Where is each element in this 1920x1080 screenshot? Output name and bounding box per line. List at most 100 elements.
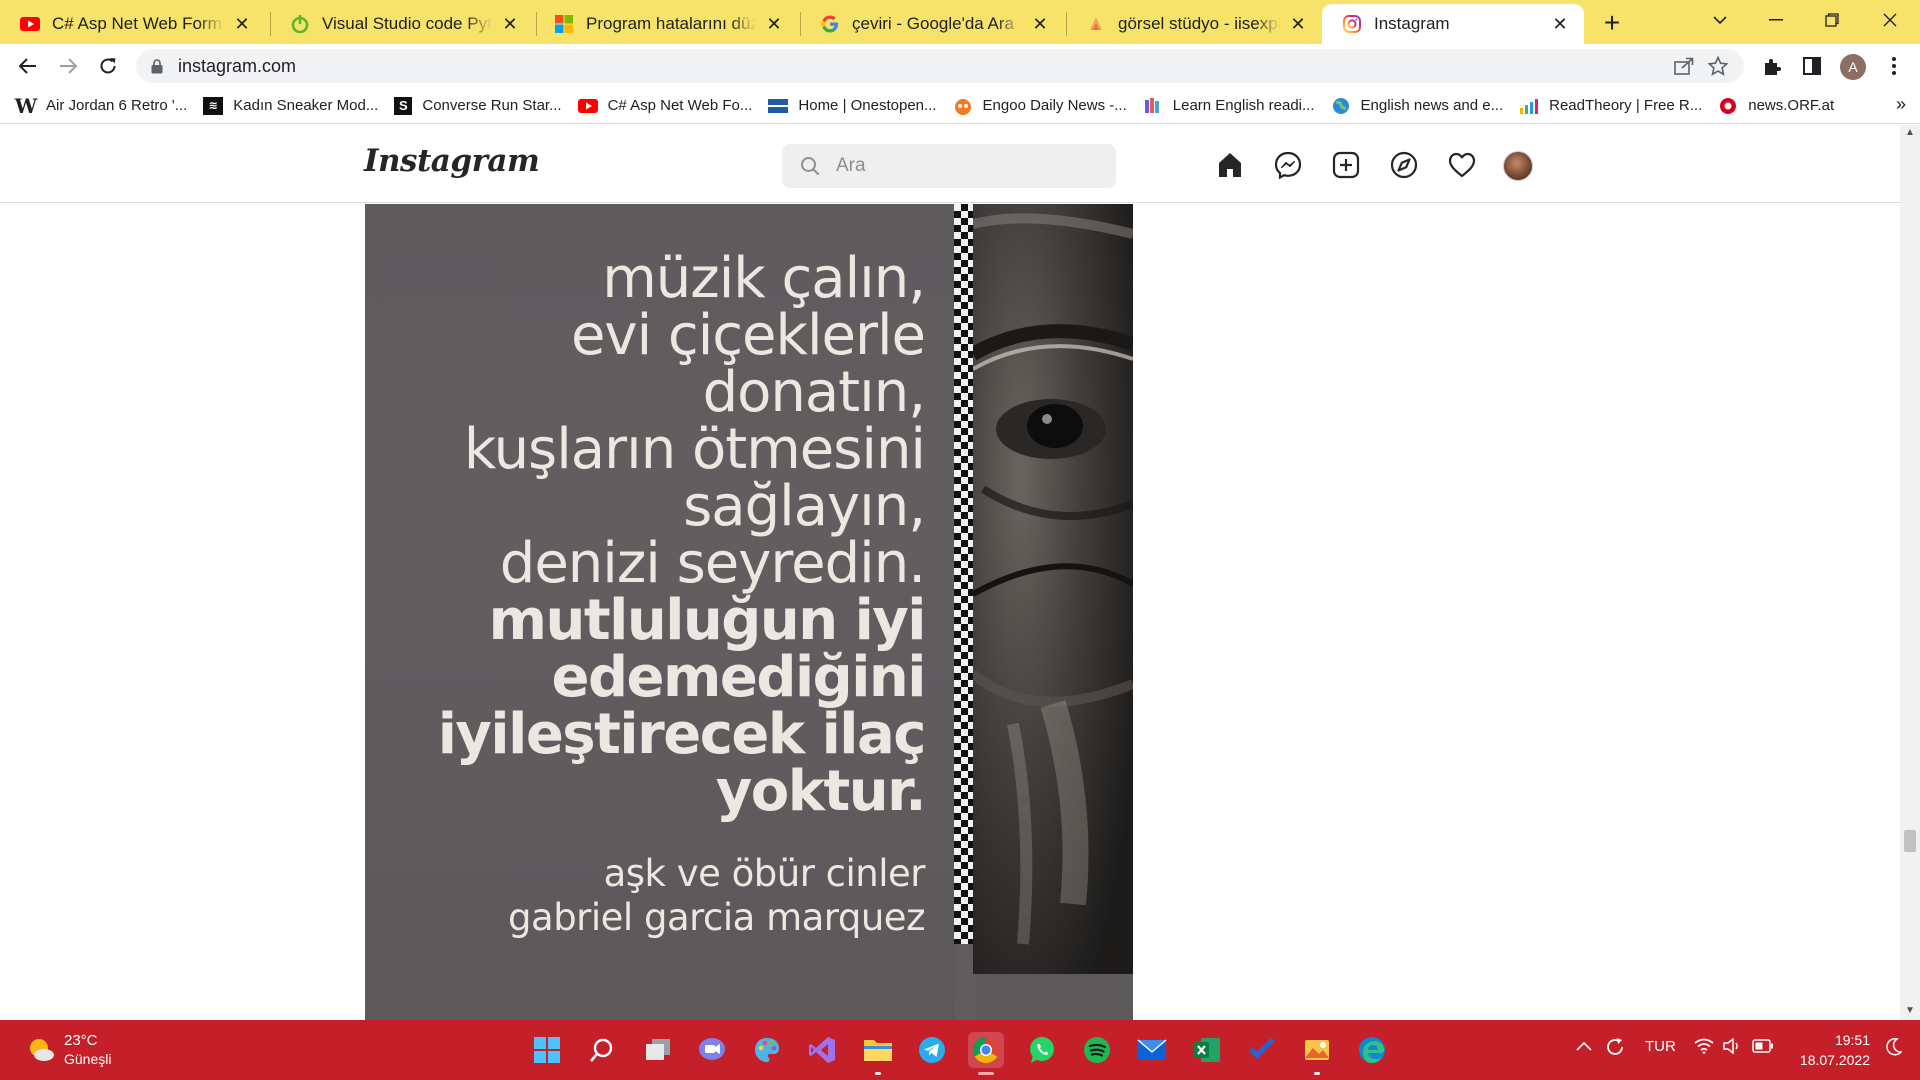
task-view-icon[interactable]	[640, 1032, 676, 1068]
close-tab-icon[interactable]: ✕	[1286, 12, 1310, 36]
menu-kebab-icon[interactable]	[1878, 50, 1910, 82]
bookmark-label: C# Asp Net Web Fo...	[607, 97, 753, 114]
battery-icon[interactable]	[1752, 1039, 1774, 1057]
whatsapp-icon[interactable]	[1024, 1032, 1060, 1068]
spotify-icon[interactable]	[1079, 1032, 1115, 1068]
page-scrollbar[interactable]: ▲ ▼	[1900, 125, 1920, 1020]
weather-widget[interactable]: 23°C Güneşli	[26, 1032, 111, 1068]
bookmark-english-news[interactable]: English news and e...	[1331, 92, 1503, 120]
close-window-icon[interactable]	[1862, 0, 1918, 40]
tab-program-hatalari[interactable]: Program hatalarını düzeltm ✕	[534, 4, 798, 44]
sync-icon[interactable]	[1604, 1036, 1626, 1062]
tab-ceviri-google[interactable]: çeviri - Google'da Ara ✕	[800, 4, 1064, 44]
back-icon[interactable]	[12, 50, 44, 82]
restore-icon[interactable]	[1804, 0, 1860, 40]
search-box[interactable]	[782, 144, 1116, 188]
quote-line: müzik çalın,	[602, 246, 926, 311]
new-tab-button[interactable]: +	[1596, 8, 1628, 40]
google-icon	[820, 14, 840, 34]
edge-icon[interactable]	[1354, 1032, 1390, 1068]
post-image[interactable]: müzik çalın, evi çiçeklerle donatın, kuş…	[365, 204, 1133, 1020]
visual-studio-icon[interactable]	[804, 1032, 840, 1068]
bookmark-kadin-sneaker[interactable]: ≋ Kadın Sneaker Mod...	[203, 92, 378, 120]
photos-icon[interactable]	[1299, 1032, 1335, 1068]
page-icon	[1086, 14, 1106, 34]
bookmark-star-icon[interactable]	[1706, 54, 1730, 78]
instagram-logo[interactable]: Instagram	[364, 143, 540, 179]
mail-icon[interactable]	[1134, 1032, 1170, 1068]
search-input[interactable]	[836, 155, 1096, 177]
reload-icon[interactable]	[92, 50, 124, 82]
scroll-down-icon[interactable]: ▼	[1904, 1005, 1916, 1016]
tab-strip: C# Asp Net Web Form Verit ✕ Visual Studi…	[0, 0, 1920, 44]
bookmark-csharp-asp[interactable]: C# Asp Net Web Fo...	[577, 92, 753, 120]
side-panel-icon[interactable]	[1796, 50, 1828, 82]
address-bar[interactable]: instagram.com	[136, 49, 1744, 83]
onestop-icon	[768, 96, 789, 116]
explore-icon[interactable]	[1388, 149, 1420, 181]
show-hidden-icons[interactable]	[1576, 1038, 1592, 1055]
tab-vscode-python[interactable]: Visual Studio code Python ✕	[270, 4, 534, 44]
weather-sun-icon	[30, 1039, 54, 1061]
volume-icon[interactable]	[1722, 1037, 1742, 1058]
w-logo-icon: W	[14, 93, 38, 118]
notification-moon-icon[interactable]	[1886, 1037, 1903, 1060]
bookmark-label: Air Jordan 6 Retro '...	[46, 97, 188, 114]
tab-title: görsel stüdyo - iisexpress.e	[1118, 14, 1280, 33]
bookmark-orf[interactable]: news.ORF.at	[1718, 92, 1834, 120]
excel-icon[interactable]	[1189, 1032, 1225, 1068]
lock-icon[interactable]	[150, 58, 164, 74]
tab-instagram[interactable]: Instagram ✕	[1322, 4, 1584, 44]
portrait-face-illustration	[969, 204, 1133, 974]
profile-avatar[interactable]: A	[1840, 54, 1866, 80]
quote-line: kuşların ötmesini	[463, 417, 926, 482]
home-icon[interactable]	[1214, 149, 1246, 181]
minimize-icon[interactable]	[1748, 0, 1804, 40]
bookmark-onestop[interactable]: Home | Onestopen...	[768, 92, 937, 120]
chrome-icon[interactable]	[968, 1032, 1004, 1068]
close-tab-icon[interactable]: ✕	[498, 12, 522, 36]
portrait-photo	[969, 204, 1133, 974]
quote-line-bold: iyileştirecek ilaç	[437, 702, 927, 767]
profile-avatar[interactable]	[1503, 151, 1533, 181]
search-icon[interactable]	[584, 1032, 620, 1068]
bookmark-converse[interactable]: S Converse Run Star...	[394, 92, 562, 120]
bookmarks-overflow-button[interactable]: »	[1896, 94, 1906, 115]
instagram-header: Instagram	[0, 125, 1900, 203]
scroll-up-icon[interactable]: ▲	[1904, 127, 1916, 138]
close-tab-icon[interactable]: ✕	[1028, 12, 1052, 36]
quote-line: denizi seyredin.	[499, 531, 926, 596]
scrollbar-thumb[interactable]	[1904, 830, 1916, 852]
activity-icon[interactable]	[1446, 149, 1478, 181]
youtube-icon	[20, 14, 40, 34]
teams-chat-icon[interactable]	[694, 1032, 730, 1068]
new-post-icon[interactable]	[1330, 149, 1362, 181]
photo-bottom-edge	[976, 974, 1133, 1020]
close-tab-icon[interactable]: ✕	[762, 12, 786, 36]
bookmark-label: Kadın Sneaker Mod...	[233, 97, 379, 114]
telegram-icon[interactable]	[914, 1032, 950, 1068]
close-tab-icon[interactable]: ✕	[230, 12, 254, 36]
bookmark-engoo[interactable]: Engoo Daily News -...	[953, 92, 1127, 120]
weather-condition: Güneşli	[64, 1051, 112, 1067]
forward-icon[interactable]	[52, 50, 84, 82]
author-name: gabriel garcia marquez	[508, 896, 925, 939]
file-explorer-icon[interactable]	[860, 1032, 896, 1068]
messenger-icon[interactable]	[1272, 149, 1304, 181]
tab-search-chevron-icon[interactable]	[1692, 0, 1748, 40]
weather-temp: 23°C	[64, 1032, 98, 1049]
language-indicator[interactable]: TUR	[1645, 1038, 1676, 1055]
tab-gorsel-studyo[interactable]: görsel stüdyo - iisexpress.e ✕	[1066, 4, 1322, 44]
bookmark-air-jordan[interactable]: W Air Jordan 6 Retro '...	[14, 92, 188, 120]
wifi-icon[interactable]	[1694, 1038, 1714, 1058]
extensions-icon[interactable]	[1756, 50, 1788, 82]
todo-icon[interactable]	[1244, 1032, 1280, 1068]
bookmark-readtheory[interactable]: ReadTheory | Free R...	[1519, 92, 1702, 120]
system-clock[interactable]: 19:51 18.07.2022	[1796, 1030, 1870, 1070]
close-tab-icon[interactable]: ✕	[1548, 12, 1572, 36]
bookmark-learn-english[interactable]: Learn English readi...	[1143, 92, 1315, 120]
paint-icon[interactable]	[749, 1032, 785, 1068]
tab-csharp-asp[interactable]: C# Asp Net Web Form Verit ✕	[0, 4, 266, 44]
start-icon[interactable]	[529, 1032, 565, 1068]
share-icon[interactable]	[1672, 54, 1696, 78]
